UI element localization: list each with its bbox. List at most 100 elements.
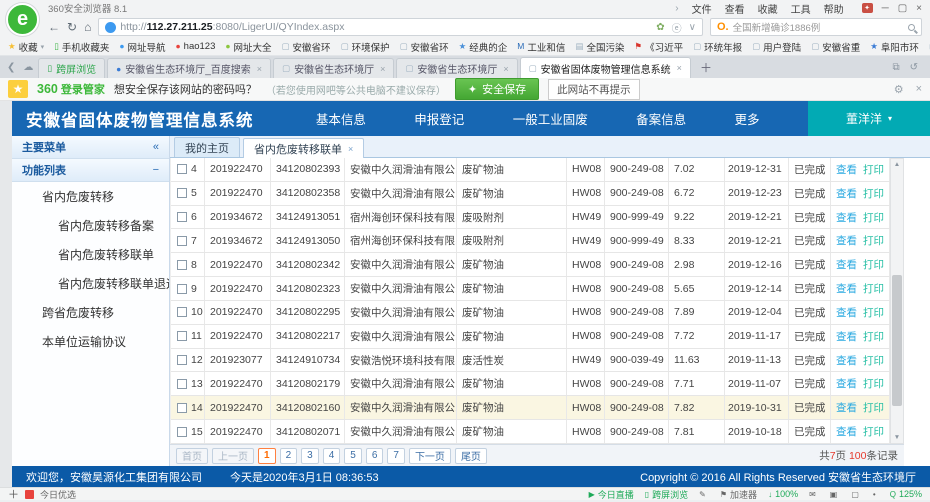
browser-menu-item[interactable]: 查看	[725, 1, 745, 16]
status-item[interactable]: ✉	[809, 490, 819, 499]
bookmark-item[interactable]: ▢ 用户登陆	[752, 40, 801, 54]
sidebar-main-header[interactable]: 主要菜单 «	[12, 136, 169, 159]
url-dropdown-icon[interactable]: ∨	[689, 22, 696, 33]
plugin-e-icon[interactable]: ⓔ	[672, 20, 682, 35]
view-link[interactable]: 查看	[836, 329, 857, 344]
table-row[interactable]: 12 201923077 34124910734 安徽浩悦环境科技有限... 废…	[171, 349, 890, 373]
bookmark-item[interactable]: ▤ 全国污染	[575, 40, 624, 54]
table-row[interactable]: 4 201922470 34120802393 安徽中久润滑油有限公... 废矿…	[171, 158, 890, 182]
nav-item[interactable]: 备案信息	[636, 109, 686, 128]
view-link[interactable]: 查看	[836, 400, 857, 415]
sidebar-item[interactable]: 本单位运输协议	[12, 327, 169, 356]
page-button[interactable]: 2	[280, 448, 298, 464]
plugin-flower-icon[interactable]: ✿	[656, 22, 664, 33]
table-row[interactable]: 9 201922470 34120802323 安徽中久润滑油有限公... 废矿…	[171, 277, 890, 301]
content-tab[interactable]: 省内危废转移联单 ×	[243, 138, 364, 158]
nav-item[interactable]: 申报登记	[414, 109, 464, 128]
row-checkbox[interactable]	[177, 403, 187, 413]
browser-menu-item[interactable]: 工具	[791, 1, 811, 16]
status-item[interactable]: Q 125%	[890, 489, 922, 499]
browser-tab[interactable]: ▯ 跨屏浏览	[38, 58, 105, 78]
page-button[interactable]: 4	[323, 448, 341, 464]
table-row[interactable]: 14 201922470 34120802160 安徽中久润滑油有限公... 废…	[171, 396, 890, 420]
view-link[interactable]: 查看	[836, 210, 857, 225]
browser-tab[interactable]: ● 安徽省生态环境厅_百度搜索 ×	[107, 58, 271, 78]
minimize-button[interactable]: ─	[882, 3, 889, 14]
view-link[interactable]: 查看	[836, 424, 857, 439]
table-row[interactable]: 7 201934672 34124913050 宿州海创环保科技有限... 废吸…	[171, 229, 890, 253]
sidebar-func-header[interactable]: 功能列表 −	[12, 159, 169, 182]
user-menu[interactable]: 董洋洋 ▾	[808, 101, 930, 136]
print-link[interactable]: 打印	[863, 186, 884, 201]
row-checkbox[interactable]	[177, 284, 187, 294]
row-checkbox[interactable]	[177, 164, 187, 174]
back-icon[interactable]: ←	[48, 21, 60, 33]
page-button[interactable]: 尾页	[455, 448, 487, 464]
close-bar-icon[interactable]: ×	[916, 83, 922, 96]
nav-item[interactable]: 更多	[735, 109, 760, 128]
nav-item[interactable]: 一般工业固废	[513, 109, 588, 128]
bookmark-item[interactable]: ▯ 手机收藏夹	[54, 40, 109, 54]
print-link[interactable]: 打印	[863, 233, 884, 248]
new-tab-button[interactable]: ＋	[693, 59, 719, 76]
bookmark-item[interactable]: ★ 阜阳市环	[870, 40, 919, 54]
row-checkbox[interactable]	[177, 307, 187, 317]
view-link[interactable]: 查看	[836, 376, 857, 391]
page-button[interactable]: 7	[387, 448, 405, 464]
table-row[interactable]: 15 201922470 34120802071 安徽中久润滑油有限公... 废…	[171, 420, 890, 444]
browser-menu-item[interactable]: 帮助	[824, 1, 844, 16]
nav-item[interactable]: 基本信息	[316, 109, 366, 128]
view-link[interactable]: 查看	[836, 186, 857, 201]
table-scrollbar[interactable]: ▲ ▼	[890, 158, 904, 444]
daily-pick-label[interactable]: 今日优选	[40, 488, 76, 501]
gift-icon[interactable]: ✦	[862, 3, 873, 13]
row-checkbox[interactable]	[177, 236, 187, 246]
row-checkbox[interactable]	[177, 260, 187, 270]
print-link[interactable]: 打印	[863, 281, 884, 296]
bookmark-item[interactable]: ● hao123	[176, 41, 216, 52]
print-link[interactable]: 打印	[863, 210, 884, 225]
page-button[interactable]: 下一页	[409, 448, 451, 464]
status-item[interactable]: ⚑ 加速器	[720, 488, 757, 501]
view-link[interactable]: 查看	[836, 257, 857, 272]
tab-list-icon[interactable]: ❮	[4, 62, 18, 73]
bookmark-item[interactable]: ★ 经典的企	[459, 40, 508, 54]
bookmark-item[interactable]: ● 网址大全	[225, 40, 271, 54]
table-row[interactable]: 10 201922470 34120802295 安徽中久润滑油有限公... 废…	[171, 301, 890, 325]
page-button[interactable]: 3	[301, 448, 319, 464]
url-input[interactable]: http://112.27.211.25:8080/LigerUI/QYInde…	[98, 18, 703, 36]
status-item[interactable]: ↓ 100%	[768, 489, 798, 499]
bookmark-item[interactable]: ▢ 安徽省环	[282, 40, 331, 54]
cloud-sync-icon[interactable]: ☁	[20, 62, 36, 73]
view-link[interactable]: 查看	[836, 233, 857, 248]
print-link[interactable]: 打印	[863, 376, 884, 391]
maximize-button[interactable]: ▢	[898, 3, 907, 14]
minus-icon[interactable]: −	[153, 164, 159, 176]
print-link[interactable]: 打印	[863, 353, 884, 368]
view-link[interactable]: 查看	[836, 305, 857, 320]
table-row[interactable]: 8 201922470 34120802342 安徽中久润滑油有限公... 废矿…	[171, 253, 890, 277]
home-icon[interactable]: ⌂	[84, 21, 91, 33]
scroll-up-icon[interactable]: ▲	[894, 159, 900, 170]
sidebar-item[interactable]: 省内危废转移	[12, 182, 169, 211]
view-link[interactable]: 查看	[836, 353, 857, 368]
tab-close-icon[interactable]: ×	[380, 64, 385, 74]
sidebar-item[interactable]: 省内危废转移联单	[12, 240, 169, 269]
tab-close-icon[interactable]: ×	[677, 63, 682, 73]
print-link[interactable]: 打印	[863, 305, 884, 320]
page-button[interactable]: 5	[344, 448, 362, 464]
status-item[interactable]: •	[873, 490, 879, 499]
close-button[interactable]: ×	[916, 3, 922, 14]
row-checkbox[interactable]	[177, 427, 187, 437]
sidebar-item[interactable]: 跨省危废转移	[12, 298, 169, 327]
table-row[interactable]: 13 201922470 34120802179 安徽中久润滑油有限公... 废…	[171, 372, 890, 396]
bookmark-item[interactable]: ▢ 环统年报	[693, 40, 742, 54]
dismiss-site-button[interactable]: 此网站不再提示	[548, 79, 640, 100]
page-button[interactable]: 上一页	[212, 448, 254, 464]
page-button[interactable]: 1	[258, 448, 276, 464]
scrollbar-thumb[interactable]	[892, 275, 902, 406]
save-password-button[interactable]: ✦安全保存	[455, 78, 539, 100]
browser-tab[interactable]: ▢ 安徽省固体废物管理信息系统 ×	[520, 57, 691, 78]
tab-close-icon[interactable]: ×	[257, 64, 262, 74]
scrollbar-track[interactable]	[891, 170, 903, 432]
